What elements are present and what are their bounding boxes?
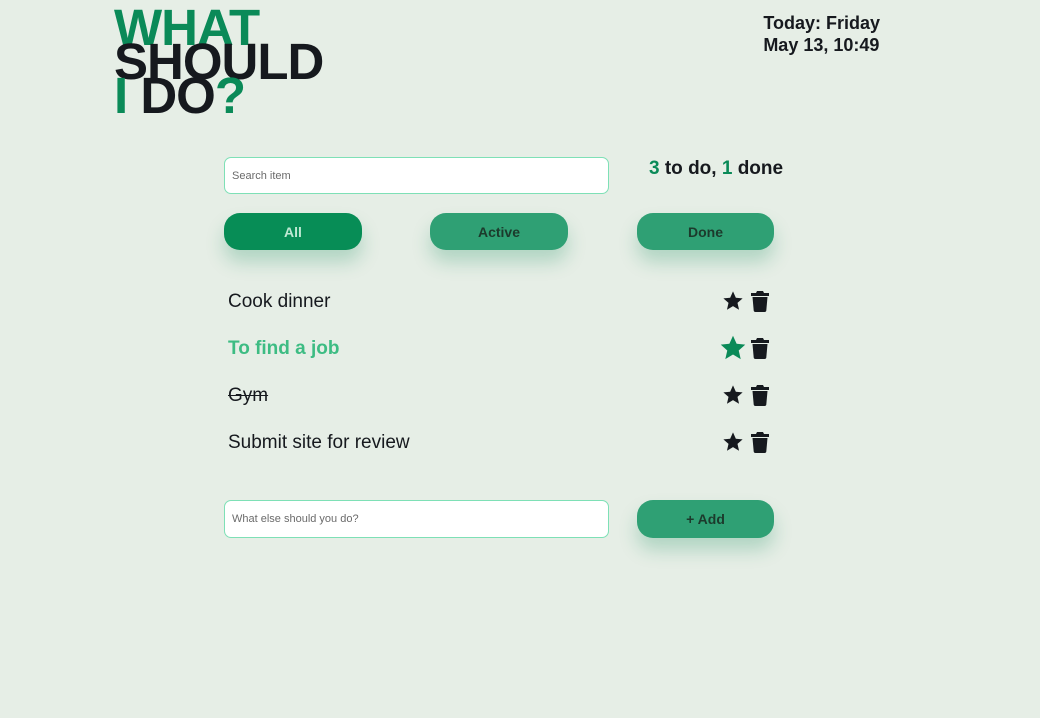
trash-icon[interactable] (751, 290, 769, 312)
filter-all-button[interactable]: All (224, 213, 362, 250)
add-button[interactable]: + Add (637, 500, 774, 538)
new-item-input[interactable] (224, 500, 609, 538)
trash-icon[interactable] (751, 431, 769, 453)
todo-list: Cook dinner To find a job Gym Submit sit… (228, 283, 774, 471)
logo-do: DO (127, 67, 216, 124)
todo-item-label[interactable]: Gym (228, 385, 268, 407)
current-date: Today: Friday May 13, 10:49 (763, 12, 880, 56)
search-panel (224, 157, 609, 194)
logo-question: ? (214, 67, 246, 124)
logo-i: I (114, 67, 128, 124)
todo-item: Cook dinner (228, 283, 774, 330)
todo-item-actions (720, 335, 769, 361)
todo-counter: 3 to do, 1 done (649, 158, 783, 180)
todo-item-actions (722, 429, 769, 455)
trash-icon[interactable] (751, 337, 769, 359)
star-icon[interactable] (722, 290, 744, 312)
todo-count: 3 (649, 158, 660, 179)
done-count-label: done (732, 158, 784, 179)
todo-item-actions (722, 288, 769, 314)
todo-item-actions (722, 382, 769, 408)
date-day: Today: Friday (763, 13, 880, 33)
filter-done-button[interactable]: Done (637, 213, 774, 250)
date-time: May 13, 10:49 (763, 35, 880, 55)
app-logo: WHAT SHOULD I DO? (114, 2, 324, 121)
todo-item: Gym (228, 377, 774, 424)
todo-item: To find a job (228, 330, 774, 377)
star-icon[interactable] (722, 384, 744, 406)
filter-active-button[interactable]: Active (430, 213, 568, 250)
star-icon[interactable] (719, 334, 747, 362)
add-item-form (224, 500, 609, 538)
todo-item-label[interactable]: Submit site for review (228, 432, 410, 454)
star-icon[interactable] (722, 431, 744, 453)
search-input[interactable] (224, 157, 609, 194)
todo-item-label[interactable]: To find a job (228, 338, 340, 360)
todo-item-label[interactable]: Cook dinner (228, 291, 330, 313)
todo-item: Submit site for review (228, 424, 774, 471)
todo-count-label: to do, (659, 158, 722, 179)
trash-icon[interactable] (751, 384, 769, 406)
done-count: 1 (721, 158, 733, 179)
